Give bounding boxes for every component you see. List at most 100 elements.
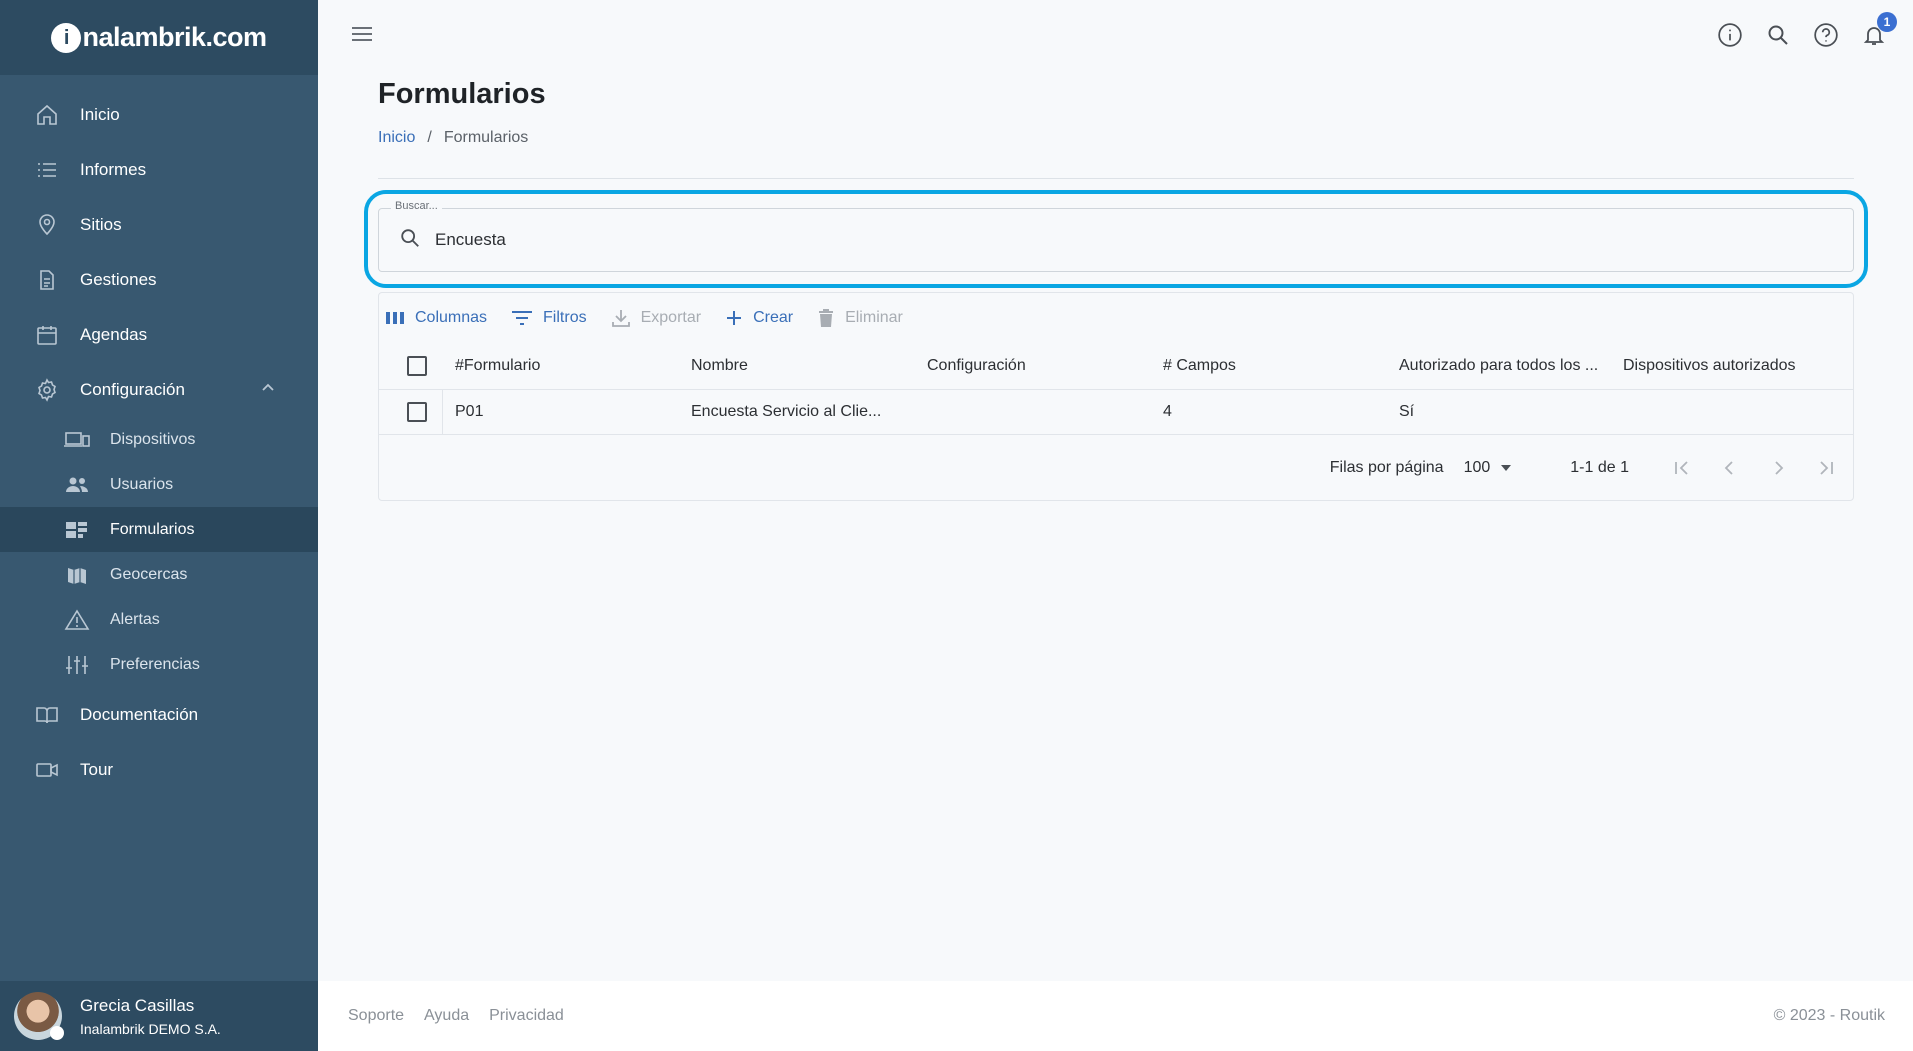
footer-privacy-link[interactable]: Privacidad — [489, 1007, 564, 1025]
prev-page-icon[interactable] — [1717, 455, 1743, 481]
columns-button[interactable]: Columnas — [385, 309, 487, 327]
sidebar-item-gestiones[interactable]: Gestiones — [0, 252, 318, 307]
user-profile[interactable]: Grecia Casillas Inalambrik DEMO S.A. — [0, 981, 318, 1051]
sliders-icon — [64, 654, 90, 676]
sidebar-item-alertas[interactable]: Alertas — [0, 597, 318, 642]
pager-controls — [1669, 455, 1839, 481]
data-grid: Columnas Filtros Exportar Crear Eliminar… — [378, 292, 1854, 501]
sidebar-item-documentacion[interactable]: Documentación — [0, 687, 318, 742]
header-autorizado[interactable]: Autorizado para todos los ... — [1387, 357, 1623, 375]
users-icon — [64, 474, 90, 496]
download-icon — [611, 308, 631, 328]
calendar-icon — [34, 322, 60, 348]
location-pin-icon — [34, 212, 60, 238]
table-row[interactable]: P01 Encuesta Servicio al Clie... 4 Sí — [379, 390, 1853, 435]
search-icon[interactable] — [1761, 18, 1795, 52]
rows-per-page-label: Filas por página — [1329, 459, 1444, 476]
divider — [378, 178, 1854, 179]
sidebar-item-sitios[interactable]: Sitios — [0, 197, 318, 252]
sidebar-item-label: Agendas — [80, 324, 148, 344]
notifications-icon[interactable]: 1 — [1857, 12, 1897, 52]
logo[interactable]: i nalambrik.com — [51, 22, 267, 53]
breadcrumb-home[interactable]: Inicio — [378, 129, 415, 147]
table-header: #Formulario Nombre Configuración # Campo… — [379, 343, 1853, 390]
export-label: Exportar — [640, 309, 702, 326]
first-page-icon[interactable] — [1669, 455, 1695, 481]
sidebar-item-dispositivos[interactable]: Dispositivos — [0, 417, 318, 462]
plus-icon — [725, 309, 743, 327]
delete-button[interactable]: Eliminar — [817, 308, 903, 328]
sidebar-item-label: Tour — [80, 759, 114, 779]
export-button[interactable]: Exportar — [611, 308, 701, 328]
header-campos[interactable]: # Campos — [1151, 357, 1387, 375]
search-legend: Buscar... — [391, 200, 442, 212]
avatar — [14, 992, 64, 1040]
menu-icon[interactable] — [350, 24, 374, 49]
pagination-range: 1-1 de 1 — [1570, 459, 1629, 476]
footer-support-link[interactable]: Soporte — [348, 1007, 404, 1025]
sidebar-item-informes[interactable]: Informes — [0, 142, 318, 197]
gear-icon — [34, 377, 60, 403]
create-label: Crear — [753, 309, 794, 326]
footer-help-link[interactable]: Ayuda — [424, 1007, 469, 1025]
sidebar-item-usuarios[interactable]: Usuarios — [0, 462, 318, 507]
sidebar-item-label: Inicio — [80, 104, 120, 124]
filter-icon — [511, 310, 533, 326]
sidebar-item-inicio[interactable]: Inicio — [0, 87, 318, 142]
list-icon — [34, 157, 60, 183]
forms-icon — [64, 519, 90, 541]
sidebar-item-label: Informes — [80, 159, 147, 179]
next-page-icon[interactable] — [1765, 455, 1791, 481]
copyright: © 2023 - Routik — [1773, 1007, 1885, 1024]
sidebar-item-label: Formularios — [110, 520, 195, 538]
columns-label: Columnas — [415, 309, 488, 326]
grid-toolbar: Columnas Filtros Exportar Crear Eliminar — [379, 293, 1853, 343]
help-icon[interactable] — [1809, 18, 1843, 52]
filters-button[interactable]: Filtros — [511, 309, 587, 327]
rows-per-page-select[interactable]: 100 — [1464, 459, 1523, 477]
trash-icon — [817, 308, 835, 328]
topbar: 1 — [318, 0, 1913, 70]
home-icon — [34, 102, 60, 128]
sidebar-item-formularios[interactable]: Formularios — [0, 507, 318, 552]
cell-campos: 4 — [1163, 403, 1172, 420]
info-icon[interactable] — [1713, 18, 1747, 52]
sidebar-item-geocercas[interactable]: Geocercas — [0, 552, 318, 597]
warning-icon — [64, 608, 90, 631]
user-org: Inalambrik DEMO S.A. — [80, 1020, 221, 1037]
header-formulario[interactable]: #Formulario — [443, 357, 679, 375]
sidebar-item-label: Usuarios — [110, 475, 174, 493]
search-icon — [399, 227, 421, 254]
sidebar-item-label: Gestiones — [80, 269, 157, 289]
create-button[interactable]: Crear — [725, 309, 793, 327]
sidebar-item-tour[interactable]: Tour — [0, 742, 318, 797]
search-field[interactable]: Buscar... — [378, 200, 1854, 272]
columns-icon — [385, 310, 405, 326]
last-page-icon[interactable] — [1813, 455, 1839, 481]
chevron-up-icon[interactable] — [260, 380, 276, 401]
header-dispositivos[interactable]: Dispositivos autorizados — [1623, 357, 1823, 375]
devices-icon — [64, 429, 90, 451]
search-input[interactable] — [435, 230, 1735, 250]
select-all-checkbox[interactable] — [407, 356, 427, 376]
cell-autorizado: Sí — [1399, 403, 1415, 420]
rows-per-page-value: 100 — [1463, 459, 1491, 476]
sidebar-nav: Inicio Informes Sitios Gestiones Agendas — [0, 75, 318, 797]
row-checkbox[interactable] — [406, 402, 427, 422]
breadcrumb-current: Formularios — [443, 129, 529, 146]
filters-label: Filtros — [543, 309, 587, 326]
sidebar-item-label: Alertas — [110, 610, 160, 628]
book-icon — [34, 702, 60, 728]
notification-badge: 1 — [1877, 12, 1897, 32]
sidebar-item-agendas[interactable]: Agendas — [0, 307, 318, 362]
header-nombre[interactable]: Nombre — [679, 357, 915, 375]
sidebar-item-preferencias[interactable]: Preferencias — [0, 642, 318, 687]
video-icon — [34, 757, 60, 783]
topbar-actions: 1 — [1713, 12, 1897, 52]
select-all-cell — [379, 356, 443, 376]
sidebar-item-label: Geocercas — [110, 565, 188, 583]
sidebar-item-label: Documentación — [80, 704, 199, 724]
header-configuracion[interactable]: Configuración — [915, 357, 1151, 375]
row-select-cell — [379, 390, 443, 434]
sidebar-item-configuracion[interactable]: Configuración — [0, 362, 318, 417]
